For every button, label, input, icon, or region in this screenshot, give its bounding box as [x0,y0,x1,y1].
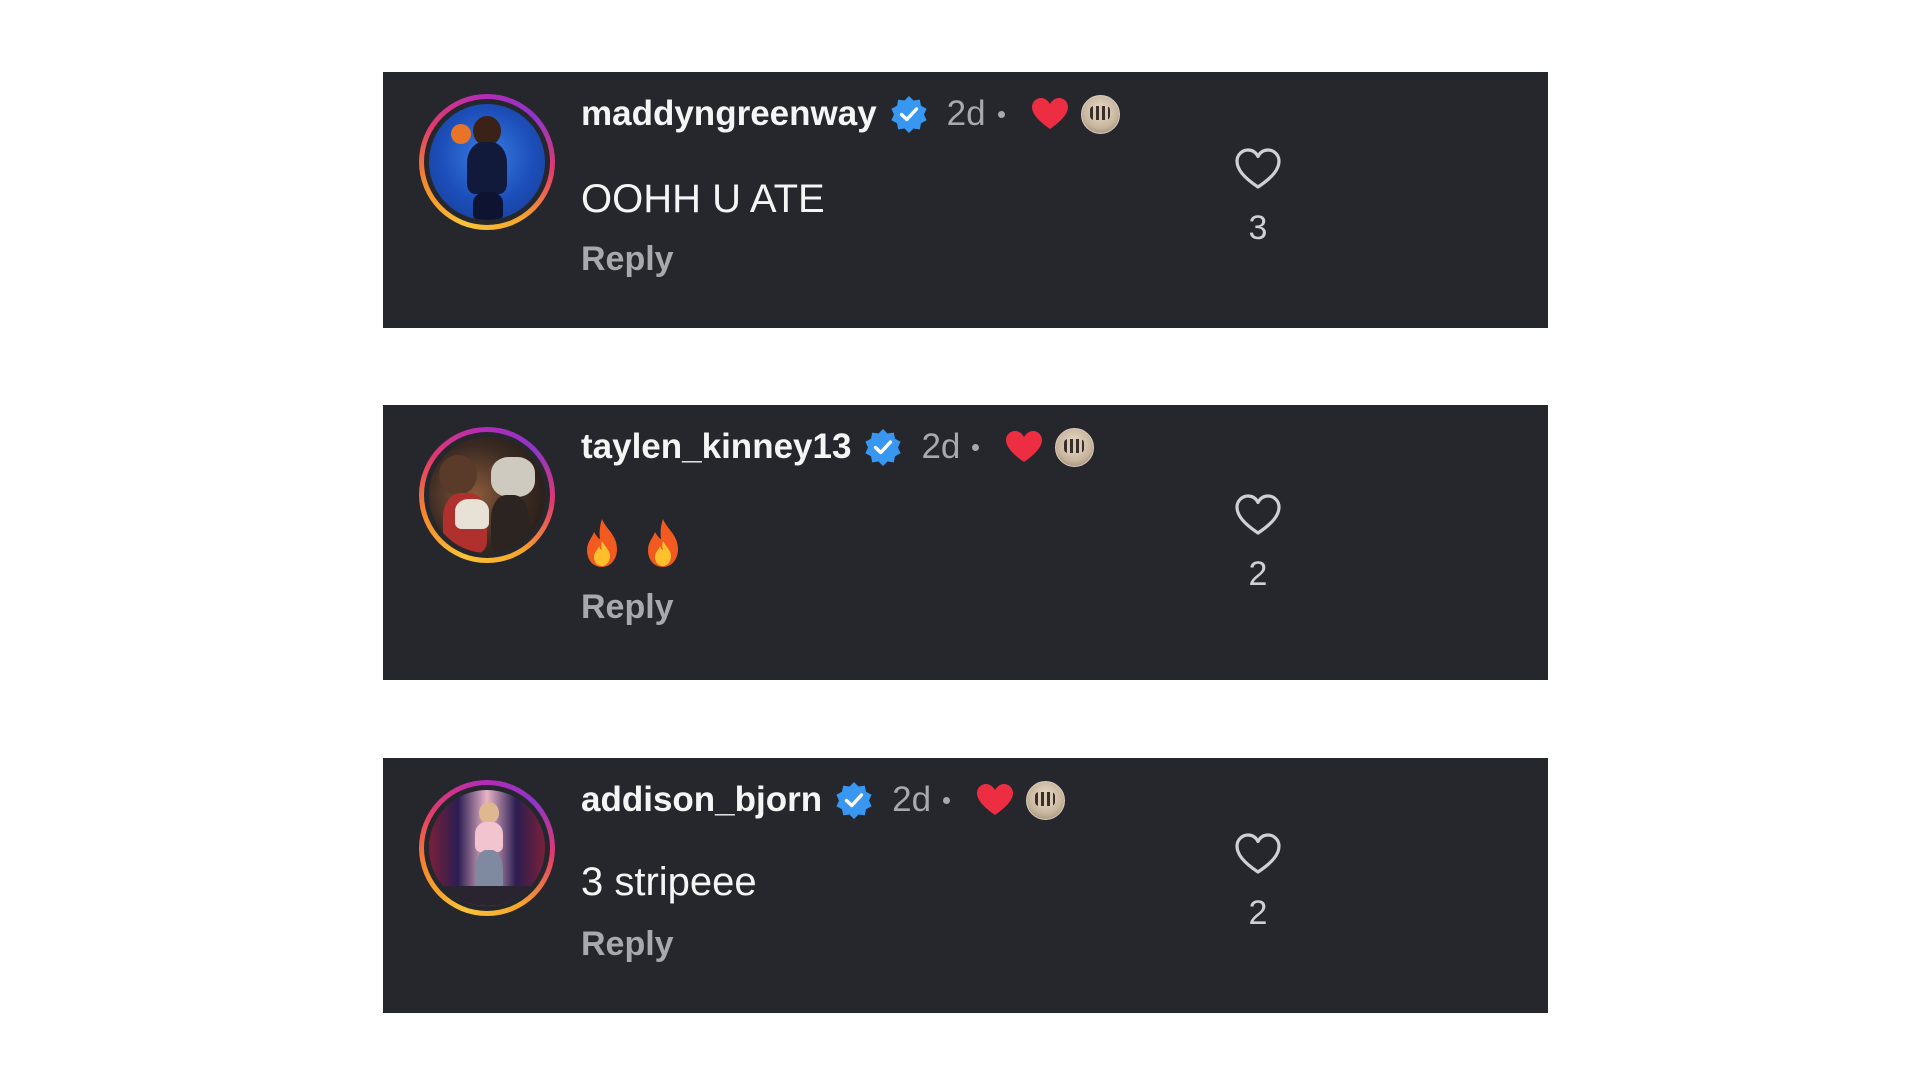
creator-liked-heart-icon [1031,98,1068,129]
comment-card: addison_bjorn 2d 3 stripeee Reply 2 [383,758,1548,1013]
comment-header: maddyngreenway 2d [581,89,1120,139]
reply-button[interactable]: Reply [581,588,674,627]
story-ring[interactable] [419,94,555,230]
avatar[interactable] [429,790,545,906]
verified-badge-icon [836,782,872,819]
username[interactable]: maddyngreenway [581,94,877,134]
avatar[interactable] [429,437,545,553]
separator-dot [943,796,951,804]
comment-card: maddyngreenway 2d OOHH U ATE Reply 3 [383,72,1548,328]
comment-card: taylen_kinney13 2d 🔥🔥 Reply [383,405,1548,680]
timestamp: 2d [946,94,986,133]
like-count: 2 [1248,894,1268,932]
story-ring[interactable] [419,427,555,563]
reply-button[interactable]: Reply [581,240,674,279]
verified-badge-icon [891,96,927,133]
comment-text: OOHH U ATE [581,177,825,221]
heart-outline-icon[interactable] [1234,147,1282,191]
heart-outline-icon[interactable] [1234,493,1282,537]
timestamp: 2d [921,427,961,466]
comment-header: taylen_kinney13 2d [581,422,1095,472]
avatar[interactable] [429,104,545,220]
like-column: 2 [1223,493,1293,594]
creator-avatar [1055,427,1095,467]
like-count: 3 [1248,209,1268,247]
verified-badge-icon [865,429,902,466]
creator-avatar [1080,94,1120,134]
like-count: 2 [1248,555,1268,593]
story-ring[interactable] [419,780,555,916]
creator-liked-heart-icon [977,784,1014,815]
comment-text: 3 stripeee [581,860,757,904]
separator-dot [997,110,1005,118]
username[interactable]: taylen_kinney13 [581,427,851,467]
like-column: 3 [1223,147,1293,248]
comment-header: addison_bjorn 2d [581,775,1066,825]
like-column: 2 [1223,832,1293,933]
fire-icon [648,519,679,567]
separator-dot [972,443,980,451]
fire-icon [587,519,617,567]
creator-liked-heart-icon [1006,431,1043,462]
heart-outline-icon[interactable] [1234,832,1282,876]
comment-text: 🔥🔥 [581,517,692,569]
username[interactable]: addison_bjorn [581,780,822,820]
timestamp: 2d [892,780,932,819]
creator-avatar [1026,780,1066,820]
comments-screenshot: maddyngreenway 2d OOHH U ATE Reply 3 tay… [0,0,1920,1080]
reply-button[interactable]: Reply [581,925,674,964]
